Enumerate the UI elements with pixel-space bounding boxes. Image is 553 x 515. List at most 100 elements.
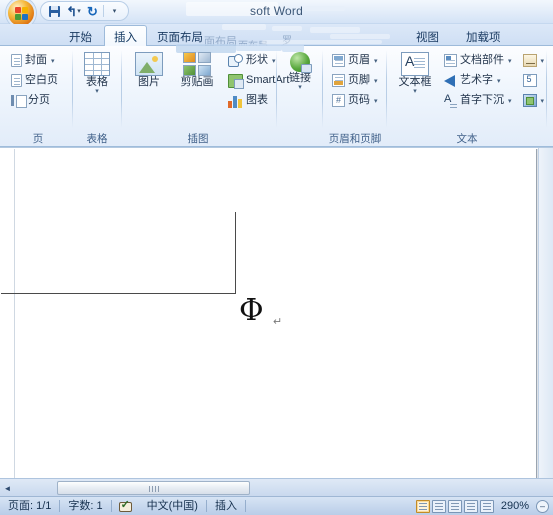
quick-parts-button[interactable]: 文档部件 ▾	[441, 51, 515, 70]
wordart-icon	[444, 74, 457, 87]
document-page[interactable]: Φ ↵	[1, 149, 537, 478]
wordart-label: 艺术字	[460, 74, 493, 86]
smartart-icon	[228, 73, 244, 89]
blank-page-icon	[11, 74, 22, 87]
footer-icon	[332, 74, 345, 87]
document-text: Φ	[239, 293, 264, 328]
ribbon-group-pages: 封面 ▾ 空白页 分页 页	[4, 47, 72, 146]
drop-cap-button[interactable]: 首字下沉 ▾	[441, 91, 515, 110]
picture-button[interactable]: 图片	[126, 51, 172, 110]
clip-art-button[interactable]: 剪贴画	[174, 51, 220, 110]
ribbon-group-text: 文本框 ▾ 文档部件 ▾ 艺术字 ▾	[388, 47, 546, 146]
view-web-layout-button[interactable]	[447, 499, 462, 513]
zoom-out-button[interactable]: –	[536, 499, 549, 513]
signature-chevron-down-icon[interactable]: ▾	[541, 57, 545, 65]
chart-label: 图表	[246, 94, 268, 106]
page-break-icon	[11, 94, 27, 108]
chart-icon	[228, 94, 243, 108]
tab-artifact-3: 罗	[282, 36, 292, 47]
tab-addins[interactable]: 加载项	[457, 26, 510, 46]
picture-icon	[135, 52, 163, 76]
tab-view[interactable]: 视图	[407, 26, 448, 46]
header-label: 页眉	[348, 54, 370, 66]
signature-line-button[interactable]: ▾	[520, 51, 548, 70]
wordart-chevron-down-icon[interactable]: ▾	[497, 77, 501, 85]
ribbon-group-tables: 表格 ▾ 表格	[73, 47, 121, 146]
table-label: 表格	[86, 76, 108, 88]
blank-page-button[interactable]: 空白页	[8, 71, 61, 90]
signature-line-icon	[522, 54, 537, 67]
zoom-level[interactable]: 290%	[496, 500, 534, 512]
status-insert-mode[interactable]: 插入	[207, 497, 245, 515]
header-button[interactable]: 页眉 ▾	[329, 51, 381, 70]
footer-chevron-down-icon[interactable]: ▾	[374, 77, 378, 85]
window-title: soft Word	[250, 4, 303, 18]
footer-button[interactable]: 页脚 ▾	[329, 71, 381, 90]
hyperlink-label: 链接	[289, 72, 311, 84]
pages-group-label: 页	[32, 133, 44, 145]
cover-page-label: 封面	[25, 54, 47, 66]
title-bar: ↰ ▾ ↻ ▾ soft Word	[0, 0, 553, 28]
table-chevron-down-icon[interactable]: ▾	[95, 88, 99, 95]
picture-label: 图片	[138, 76, 160, 88]
cover-page-button[interactable]: 封面 ▾	[8, 51, 61, 70]
quick-parts-chevron-down-icon[interactable]: ▾	[508, 57, 512, 65]
word-window: ↰ ▾ ↻ ▾ soft Word 开始 插入 页面布局 视图 加载项 面布局 …	[0, 0, 553, 515]
quick-parts-label: 文档部件	[460, 54, 504, 66]
wordart-button[interactable]: 艺术字 ▾	[441, 71, 515, 90]
view-draft-button[interactable]	[479, 499, 494, 513]
drop-cap-chevron-down-icon[interactable]: ▾	[508, 97, 512, 105]
page-break-button[interactable]: 分页	[8, 91, 61, 110]
illustrations-group-label: 插图	[187, 133, 209, 145]
header-icon	[332, 54, 345, 67]
vertical-scrollbar[interactable]	[538, 148, 553, 478]
view-full-screen-reading-button[interactable]	[431, 499, 446, 513]
clip-art-icon	[183, 52, 211, 76]
tab-page-layout[interactable]: 页面布局	[148, 26, 212, 46]
status-word-count[interactable]: 字数: 1	[60, 497, 110, 515]
cover-page-chevron-down-icon[interactable]: ▾	[51, 57, 55, 65]
ribbon-group-illustrations: 图片 剪贴画 形状 ▾ SmartArt 图表 插图	[122, 47, 289, 146]
object-button[interactable]: ▾	[520, 91, 548, 110]
text-box-button[interactable]: 文本框 ▾	[392, 51, 438, 110]
header-footer-group-label: 页眉和页脚	[328, 133, 382, 145]
hyperlink-chevron-down-icon[interactable]: ▾	[298, 84, 302, 91]
view-print-layout-button[interactable]	[415, 499, 430, 513]
page-break-label: 分页	[28, 94, 50, 106]
ribbon-tab-strip: 开始 插入 页面布局 视图 加载项 面布局 面布局 罗	[0, 24, 553, 52]
tables-group-label: 表格	[86, 133, 108, 145]
text-box-chevron-down-icon[interactable]: ▾	[413, 88, 417, 95]
hyperlink-button[interactable]: 链接 ▾	[279, 51, 321, 91]
status-page[interactable]: 页面: 1/1	[0, 497, 59, 515]
view-outline-button[interactable]	[463, 499, 478, 513]
pages-buttons: 封面 ▾ 空白页 分页	[4, 51, 61, 110]
drop-cap-label: 首字下沉	[460, 94, 504, 106]
ribbon-group-header-footer: 页眉 ▾ 页脚 ▾ 页码 ▾ 页眉和页脚	[324, 47, 386, 146]
table-button[interactable]: 表格 ▾	[74, 51, 120, 95]
status-language[interactable]: 中文(中国)	[139, 497, 206, 515]
ribbon-group-links: 链接 ▾	[278, 47, 322, 146]
page-number-button[interactable]: 页码 ▾	[329, 91, 381, 110]
horizontal-scrollbar-thumb[interactable]	[57, 481, 250, 495]
hyperlink-icon	[290, 52, 312, 73]
document-area[interactable]: Φ ↵	[0, 147, 553, 478]
object-chevron-down-icon[interactable]: ▾	[541, 97, 545, 105]
horizontal-scrollbar[interactable]: ◄	[0, 478, 553, 496]
cover-page-icon	[11, 54, 22, 67]
margin-guide-vertical	[235, 212, 236, 294]
table-icon	[84, 52, 110, 76]
tab-insert[interactable]: 插入	[104, 25, 147, 46]
clip-art-label: 剪贴画	[180, 76, 214, 88]
text-box-label: 文本框	[398, 76, 432, 88]
tab-home[interactable]: 开始	[60, 26, 101, 46]
object-icon	[522, 94, 537, 107]
header-chevron-down-icon[interactable]: ▾	[374, 57, 378, 65]
date-time-button[interactable]	[520, 71, 548, 90]
status-bar: 页面: 1/1 字数: 1 中文(中国) 插入 290% –	[0, 496, 553, 515]
shapes-chevron-down-icon[interactable]: ▾	[272, 57, 276, 65]
proofing-status-icon[interactable]	[118, 498, 133, 513]
scroll-left-arrow-icon[interactable]: ◄	[2, 482, 13, 494]
footer-label: 页脚	[348, 74, 370, 86]
status-right-cluster: 290% –	[415, 499, 553, 513]
page-number-chevron-down-icon[interactable]: ▾	[374, 97, 378, 105]
